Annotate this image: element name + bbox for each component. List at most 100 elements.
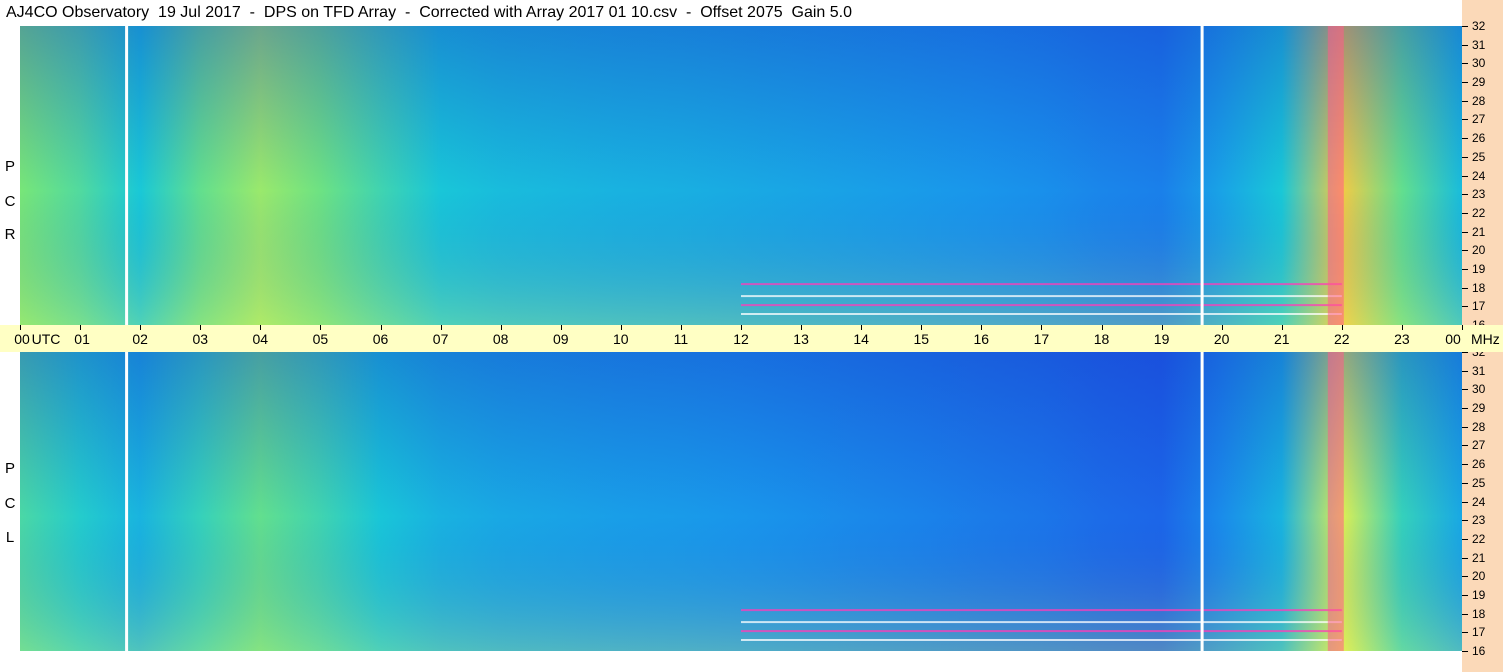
time-tick: [1041, 325, 1043, 330]
rcp-frequency-shading: [20, 26, 1462, 325]
rcp-freq-label: 26: [1472, 131, 1486, 146]
time-tick: [20, 325, 21, 330]
time-label: 05: [312, 331, 329, 347]
rcp-freq-tick: [1462, 212, 1468, 214]
lcp-interference-streak: [741, 630, 1342, 633]
rcp-freq-label: 18: [1472, 280, 1486, 295]
lcp-freq-tick: [1462, 464, 1468, 466]
time-tick: [861, 325, 863, 330]
rcp-freq-label: 20: [1472, 243, 1486, 258]
rcp-freq-label: 22: [1472, 205, 1486, 220]
lcp-freq-tick: [1462, 408, 1468, 410]
lcp-spectrogram: [20, 352, 1462, 651]
lcp-freq-tick: [1462, 576, 1468, 578]
lcp-freq-label: 21: [1472, 550, 1486, 565]
lcp-freq-label: 23: [1472, 513, 1486, 528]
time-tick: [680, 325, 682, 330]
lcp-freq-tick: [1462, 501, 1468, 503]
rcp-freq-tick: [1462, 26, 1468, 27]
lcp-freq-tick: [1462, 520, 1468, 522]
time-label: 00: [1445, 331, 1461, 347]
time-tick: [1401, 325, 1403, 330]
time-tick: [320, 325, 322, 330]
utc-axis-label: UTC: [31, 331, 61, 347]
time-label: 22: [1334, 331, 1350, 347]
lcp-freq-tick: [1462, 632, 1468, 634]
time-tick: [380, 325, 382, 330]
time-label: 13: [793, 331, 809, 347]
lcp-freq-tick: [1462, 445, 1468, 447]
time-label: 18: [1093, 331, 1110, 347]
lcp-freq-label: 30: [1472, 382, 1486, 397]
rcp-freq-tick: [1462, 175, 1468, 177]
rcp-data-gap: [125, 26, 129, 325]
time-tick: [140, 325, 142, 330]
lcp-freq-label: 20: [1472, 569, 1486, 584]
lcp-freq-tick: [1462, 557, 1468, 559]
rcp-freq-label: 31: [1472, 37, 1486, 52]
lcp-freq-label: 17: [1472, 625, 1486, 640]
time-label: 20: [1213, 331, 1230, 347]
rcp-freq-tick: [1462, 119, 1468, 121]
time-tick: [741, 325, 742, 330]
rcp-freq-label: 21: [1472, 224, 1486, 239]
rcp-interference-streak: [741, 283, 1342, 286]
rcp-freq-tick: [1462, 231, 1468, 233]
lcp-freq-tick: [1462, 594, 1468, 596]
time-label: 03: [192, 331, 209, 347]
rcp-label-char-1: P: [4, 158, 15, 175]
lcp-freq-label: 26: [1472, 457, 1486, 472]
lcp-label-char-3: L: [5, 529, 15, 546]
time-label: 15: [913, 331, 930, 347]
time-label: 02: [132, 331, 148, 347]
rcp-spectrogram: [20, 26, 1462, 325]
time-label: 04: [252, 331, 269, 347]
rcp-freq-label: 19: [1472, 261, 1486, 276]
lcp-freq-label: 16: [1472, 644, 1486, 658]
lcp-freq-label: 19: [1472, 587, 1486, 602]
time-tick: [921, 325, 923, 330]
time-label: 14: [853, 331, 869, 347]
rcp-interference-streak: [741, 304, 1342, 307]
rcp-frequency-axis: 1617181920212223242526272829303132: [1462, 0, 1503, 331]
time-tick: [1341, 325, 1343, 330]
lcp-data-gap: [125, 352, 129, 651]
time-tick: [1161, 325, 1163, 330]
lcp-freq-tick: [1462, 538, 1468, 540]
rcp-freq-tick: [1462, 287, 1468, 289]
rcp-label-strip: P C R: [0, 26, 20, 325]
time-label: 10: [613, 331, 629, 347]
rcp-freq-tick: [1462, 250, 1468, 252]
rcp-freq-tick: [1462, 82, 1468, 84]
time-label: 07: [432, 331, 449, 347]
time-tick: [1462, 325, 1463, 330]
lcp-frequency-axis: 16 17 18 19 20 21 22 23 24 25 26 27 28 29 30 31 32: [1462, 346, 1503, 672]
rcp-label-char-3: R: [4, 226, 16, 243]
lcp-label-char-2: C: [4, 495, 16, 512]
lcp-freq-label: 27: [1472, 438, 1486, 453]
time-label: 12: [733, 331, 749, 347]
lcp-interference-streak: [741, 621, 1342, 624]
lcp-freq-tick: [1462, 482, 1468, 484]
lcp-freq-tick: [1462, 389, 1468, 391]
lcp-frequency-shading: [20, 352, 1462, 651]
rcp-freq-label: 29: [1472, 75, 1486, 90]
lcp-freq-label: 29: [1472, 401, 1486, 416]
rcp-freq-tick: [1462, 156, 1468, 158]
lcp-freq-tick: [1462, 613, 1468, 615]
lcp-bright-emission-band: [1327, 352, 1344, 651]
lcp-freq-tick: [1462, 426, 1468, 428]
time-label: 01: [74, 331, 90, 347]
rcp-interference-streak: [741, 295, 1342, 298]
utc-time-axis: MHz 00 UTC 01 02 03 04 05 06 07 08 09 10 11 12 13 14 15 1…: [0, 325, 1503, 352]
lcp-freq-tick: [1462, 370, 1468, 372]
time-tick: [500, 325, 502, 330]
rcp-freq-label: 24: [1472, 168, 1486, 183]
lcp-freq-tick: [1462, 352, 1468, 353]
time-label: 23: [1394, 331, 1410, 347]
rcp-spectrogram-svg: [20, 26, 1462, 325]
lcp-freq-label: 18: [1472, 606, 1486, 621]
time-label: 08: [492, 331, 509, 347]
rcp-data-gap: [1200, 26, 1204, 325]
rcp-freq-tick: [1462, 44, 1468, 46]
